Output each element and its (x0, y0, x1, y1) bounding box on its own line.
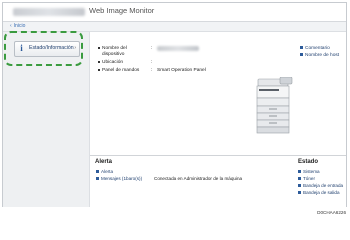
alert-title: Alerta (95, 159, 113, 165)
messages-link[interactable]: Mensajes (1baro(s)) (96, 176, 142, 181)
square-bullet-icon (298, 177, 301, 181)
chevron-right-icon: › (74, 45, 76, 51)
bullet-icon (98, 68, 100, 71)
connection-message: Conectada en Administrador de la máquina (154, 176, 243, 181)
status-toner-link[interactable]: Tóner (298, 176, 315, 181)
status-system-link[interactable]: Sistema (298, 169, 320, 174)
chevron-left-icon: ‹ (10, 23, 12, 29)
header-bar: Web Image Monitor (3, 3, 346, 22)
square-bullet-icon (300, 46, 303, 50)
square-bullet-icon (300, 53, 303, 57)
figure-code: D0CHAA6226 (317, 210, 346, 215)
field-location-label: Ubicación (98, 60, 123, 65)
home-label: Inicio (13, 23, 26, 29)
device-name-value (157, 46, 199, 51)
breadcrumb: ‹ Inicio (3, 22, 346, 32)
device-info-panel: Nombre del dispositivo : Ubicación : Pan… (90, 32, 346, 154)
status-output-tray-link[interactable]: Bandeja de salida (298, 190, 340, 195)
status-input-tray-link[interactable]: Bandeja de entrada (298, 183, 343, 188)
printer-image (256, 77, 293, 134)
status-title: Estado (298, 159, 319, 165)
browser-window: Web Image Monitor ‹ Inicio i Estado/Infor… (2, 2, 347, 208)
hostname-link[interactable]: Nombre de host (300, 53, 339, 58)
square-bullet-icon (298, 170, 301, 174)
alert-link[interactable]: Alerta (96, 169, 113, 174)
app-title: Web Image Monitor (89, 6, 155, 15)
field-device-name-label-cont: dispositivo (102, 52, 125, 57)
square-bullet-icon (96, 170, 99, 174)
sidebar-item-status-info[interactable]: i Estado/Información › (14, 41, 80, 57)
control-panel-value: Smart Operation Panel (157, 68, 206, 73)
field-control-panel-label: Panel de mandos (98, 68, 139, 73)
bullet-icon (98, 60, 100, 63)
sidebar-item-label: Estado/Información (29, 45, 74, 51)
colon: : (151, 60, 153, 65)
comment-link[interactable]: Comentario (300, 46, 330, 51)
square-bullet-icon (298, 184, 301, 188)
field-device-name-label: Nombre del (98, 46, 127, 51)
brand-logo (13, 8, 85, 16)
home-link[interactable]: ‹ Inicio (10, 23, 25, 29)
status-panel: Alerta Alerta Mensajes (1baro(s)) Conect… (90, 155, 346, 208)
colon: : (151, 46, 153, 51)
square-bullet-icon (298, 191, 301, 195)
colon: : (151, 68, 153, 73)
sidebar: i Estado/Información › (3, 32, 90, 207)
bullet-icon (98, 46, 100, 49)
square-bullet-icon (96, 177, 99, 181)
info-icon: i (20, 43, 23, 53)
